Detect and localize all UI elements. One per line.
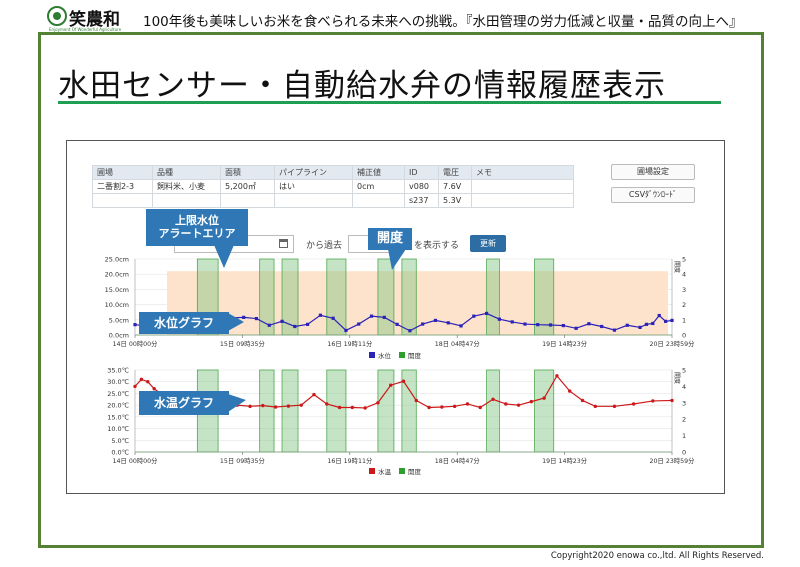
level-callout-pointer <box>228 313 244 331</box>
alert-callout-pointer <box>214 245 234 268</box>
callout-pointers <box>214 245 406 412</box>
water-temp-graph-callout: 水温グラフ <box>139 391 229 415</box>
copyright: Copyright2020 enowa co.,ltd. All Rights … <box>550 551 764 561</box>
valve-open-callout: 開度 <box>368 228 412 250</box>
water-level-graph-callout: 水位グラフ <box>139 312 229 334</box>
valve-callout-pointer <box>388 249 406 270</box>
temp-callout-pointer <box>228 394 246 412</box>
